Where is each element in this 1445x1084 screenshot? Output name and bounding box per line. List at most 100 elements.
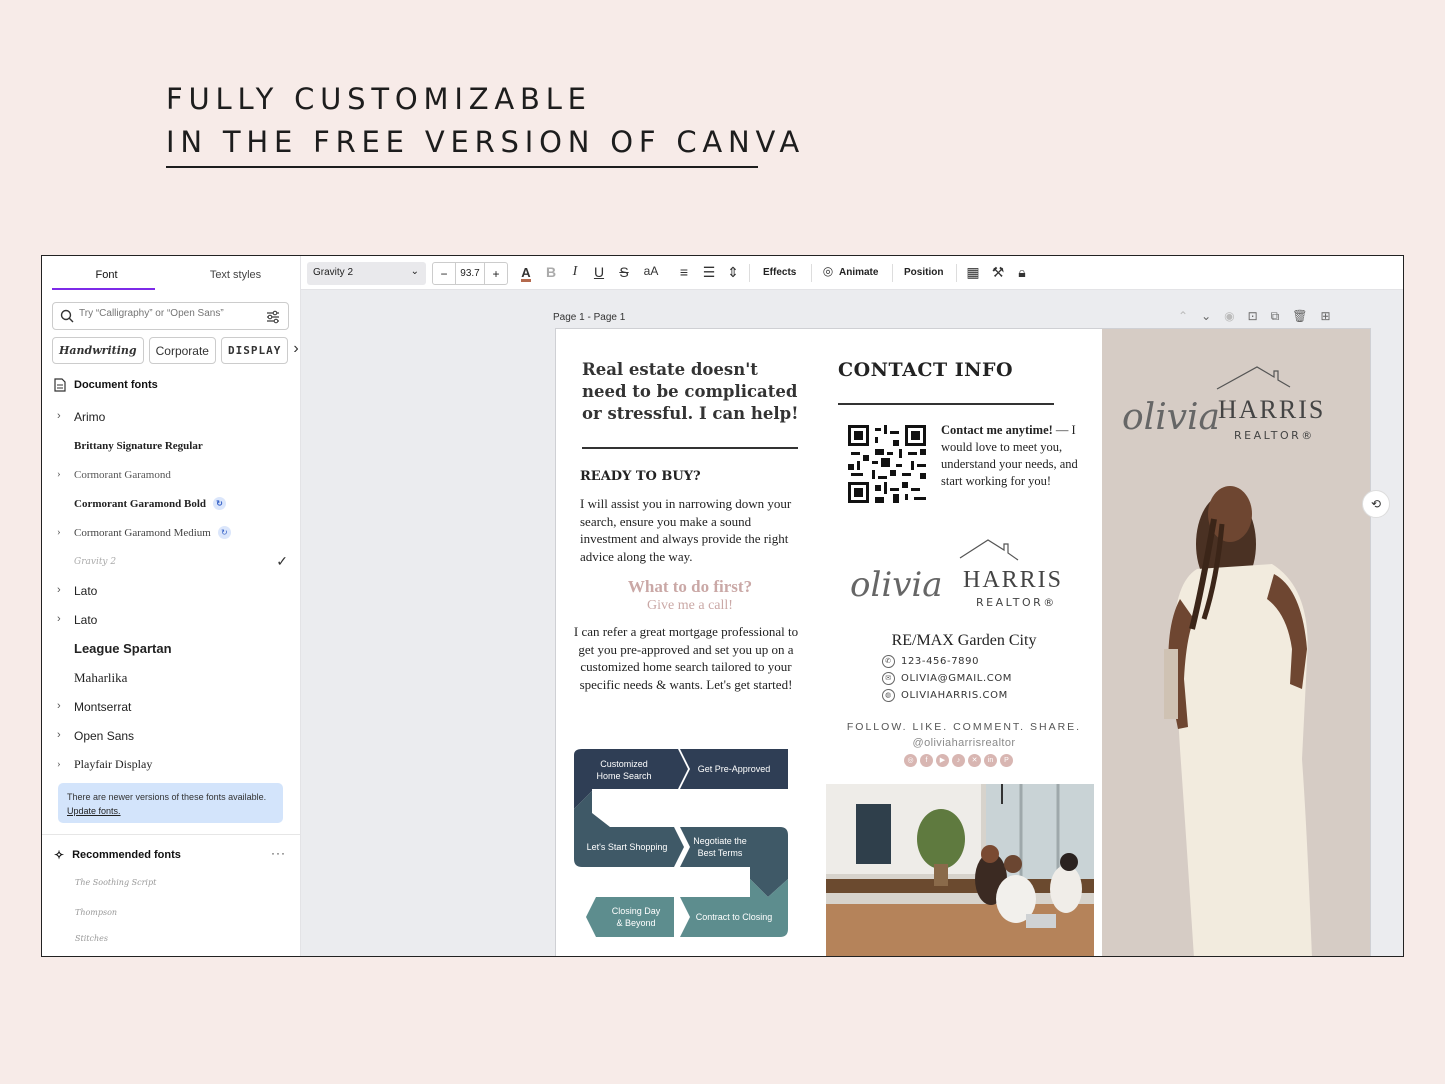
font-item-cormorant[interactable]: › Cormorant Garamond [42,460,300,489]
chevron-right-icon[interactable]: › [57,410,61,422]
tiktok-icon[interactable]: ♪ [952,754,965,767]
font-item-open-sans[interactable]: › Open Sans [42,721,300,750]
chevron-up-icon[interactable]: ⌃ [1178,309,1188,324]
strikethrough-icon[interactable]: S [616,264,632,280]
brokerage-name[interactable]: RE/MAX Garden City [826,632,1102,650]
hide-icon[interactable]: ◉ [1224,309,1234,324]
give-call-text[interactable]: Give me a call! [556,598,824,614]
trash-icon[interactable]: 🗑︎ [1292,309,1307,324]
more-options-icon[interactable]: ··· [271,846,286,860]
font-item-playfair[interactable]: › Playfair Display [42,750,300,779]
ready-body-text[interactable]: I will assist you in narrowing down your… [580,495,805,565]
font-search-box[interactable] [52,302,289,330]
paint-roller-icon[interactable]: ⚒ [990,264,1006,281]
qr-code-icon[interactable] [848,425,926,503]
tab-text-styles[interactable]: Text styles [171,256,300,290]
increase-size-button[interactable]: + [485,267,507,281]
font-item-arimo[interactable]: › Arimo [42,402,300,431]
font-item-lato[interactable]: › Lato [42,605,300,634]
transparency-icon[interactable]: ▦ [965,264,981,281]
animate-button[interactable]: Animate [839,267,878,278]
font-name: Brittany Signature Regular [74,439,203,452]
chevron-right-icon[interactable]: › [57,613,61,625]
chevron-right-icon[interactable]: › [57,700,61,712]
font-item-cormorant-bold[interactable]: Cormorant Garamond Bold ↻ [42,489,300,518]
chip-display[interactable]: DISPLAY [220,337,289,364]
lock-icon[interactable]: 🔒︎ [1014,264,1030,281]
list-icon[interactable]: ☰ [701,264,717,281]
chevron-right-icon[interactable]: › [57,526,61,538]
facebook-icon[interactable]: f [920,754,933,767]
intro-heading[interactable]: Real estate doesn't need to be complicat… [582,359,807,425]
contact-heading[interactable]: CONTACT INFO [838,359,1013,381]
lock-icon[interactable]: ⊡ [1248,309,1258,324]
pinterest-icon[interactable]: P [1000,754,1013,767]
social-handle[interactable]: @oliviaharrisrealtor [826,737,1102,749]
page-label: Page 1 - Page 1 [553,312,626,323]
font-item-league-spartan[interactable]: League Spartan [42,634,300,663]
linkedin-icon[interactable]: in [984,754,997,767]
photo-plant [917,809,965,869]
add-page-icon[interactable]: ⊞ [1320,309,1330,324]
duplicate-icon[interactable]: ⧉ [1271,309,1280,324]
chevron-down-icon[interactable]: ⌄ [1201,309,1211,324]
chevron-right-icon[interactable]: › [57,584,61,596]
page-tools: ⌃ ⌄ ◉ ⊡ ⧉ 🗑︎ ⊞ [1178,309,1331,324]
bold-icon[interactable]: B [543,264,559,280]
font-item-brittany[interactable]: Brittany Signature Regular [42,431,300,460]
decrease-size-button[interactable]: − [433,267,455,281]
italic-icon[interactable]: I [567,264,583,280]
rotate-icon[interactable]: ⟲ [1362,490,1390,518]
chevron-right-icon[interactable]: › [57,729,61,741]
realtor-logo[interactable]: olivia HARRIS REALTOR® [848,534,1078,616]
chevron-right-icon[interactable]: › [57,758,61,770]
youtube-icon[interactable]: ▶ [936,754,949,767]
instagram-icon[interactable]: ◎ [904,754,917,767]
letter-case-icon[interactable]: aA [641,264,661,278]
font-item-gravity-selected[interactable]: Gravity 2 ✓ [42,547,300,576]
effects-button[interactable]: Effects [763,267,796,278]
tab-font[interactable]: Font [42,256,171,290]
logo-name: HARRIS [1218,395,1325,424]
recommended-font-item[interactable]: Stitches [75,934,108,943]
what-first-heading[interactable]: What to do first? [556,577,824,597]
update-fonts-link[interactable]: Update fonts. [67,806,121,816]
font-size-value[interactable]: 93.7 [455,263,485,284]
chevron-right-icon[interactable]: › [57,468,61,480]
font-search-input[interactable] [79,308,259,319]
animate-icon[interactable]: ◎ [820,264,836,278]
checkmark-icon: ✓ [276,553,288,569]
divider [838,403,1054,405]
office-photo[interactable] [826,784,1094,957]
recommended-font-item[interactable]: The Soothing Script [75,878,156,887]
chip-handwriting[interactable]: Handwriting [52,337,144,364]
document-fonts-heading: Document fonts [54,378,158,392]
ready-heading[interactable]: READY TO BUY? [580,469,701,484]
font-item-montserrat[interactable]: › Montserrat [42,692,300,721]
contact-message[interactable]: Contact me anytime! — I would love to me… [941,422,1091,490]
align-center-icon[interactable]: ≡ [676,264,692,280]
text-color-icon[interactable]: A [518,264,534,282]
brochure-page[interactable]: Real estate doesn't need to be complicat… [555,328,1371,957]
x-icon[interactable]: ✕ [968,754,981,767]
process-flow-graphic[interactable]: Customized Home Search Get Pre-Approved L… [570,747,794,947]
refer-body-text[interactable]: I can refer a great mortgage professiona… [572,623,800,693]
position-button[interactable]: Position [904,267,943,278]
font-item-cormorant-medium[interactable]: › Cormorant Garamond Medium ↻ [42,518,300,547]
chevron-right-icon[interactable]: › [293,337,298,364]
font-family-dropdown[interactable]: Gravity 2 ⌄ [307,262,426,285]
spacing-icon[interactable]: ⇕ [725,264,741,281]
chip-corporate[interactable]: Corporate [148,337,216,364]
divider [582,447,798,449]
font-item-lato[interactable]: › Lato [42,576,300,605]
phone-row[interactable]: ✆ 123-456-7890 [882,655,979,668]
follow-text[interactable]: FOLLOW. LIKE. COMMENT. SHARE. [826,721,1102,733]
realtor-logo[interactable]: olivia HARRIS REALTOR® [1122,359,1362,449]
document-font-list: › Arimo Brittany Signature Regular › Cormo… [42,402,300,779]
website-row[interactable]: ◍ OLIVIAHARRIS.COM [882,689,1008,702]
email-row[interactable]: ✉ OLIVIA@GMAIL.COM [882,672,1012,685]
font-item-maharlika[interactable]: Maharlika [42,663,300,692]
filter-icon[interactable] [265,309,281,325]
recommended-font-item[interactable]: Thompson [75,908,117,917]
underline-icon[interactable]: U [591,264,607,280]
